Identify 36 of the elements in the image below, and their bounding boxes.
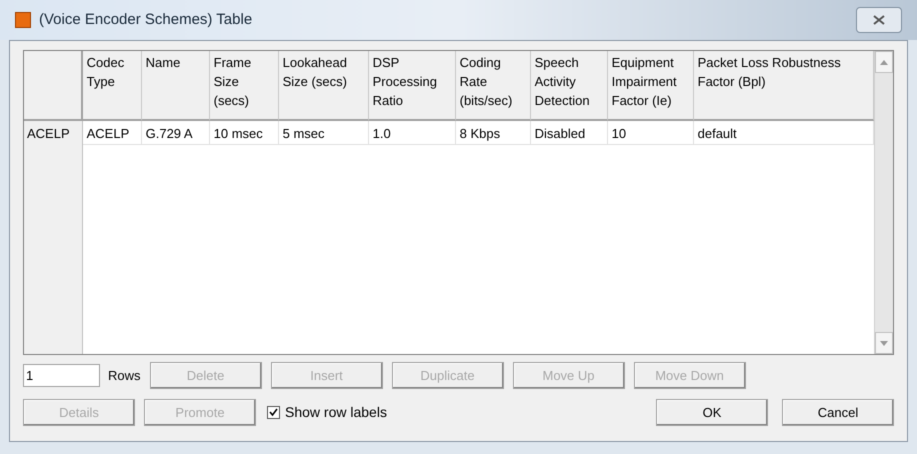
corner-header [24,51,83,121]
checkbox-box[interactable] [267,406,280,419]
table-cell: 10 [608,121,694,144]
up-arrow-icon [880,60,888,64]
table-cell: 10 msec [210,121,279,144]
check-icon [269,408,278,417]
show-row-labels-checkbox[interactable]: Show row labels [267,402,387,423]
table-cell: 8 Kbps [456,121,531,144]
app-icon [15,12,31,28]
column-header[interactable]: Lookahead Size (secs) [278,51,369,121]
scroll-up-button[interactable] [874,51,893,73]
close-button[interactable] [856,7,902,33]
dialog-button[interactable]: Cancel [782,399,894,426]
close-icon [873,15,885,25]
table-cell: G.729 A [142,121,210,144]
table-cell: 1.0 [368,121,456,144]
down-arrow-icon [880,340,888,346]
window-title: (Voice Encoder Schemes) Table [39,10,252,30]
column-header[interactable]: Packet Loss Robustness Factor (Bpl) [694,51,874,121]
table-cell: Disabled [530,121,608,144]
checkbox-label: Show row labels [285,403,387,422]
column-header[interactable]: Name [142,51,210,121]
column-header[interactable]: Coding Rate (bits/sec) [456,51,531,121]
table-cell: ACELP [82,121,142,144]
scrollbar[interactable] [874,51,893,354]
rows-field[interactable]: 1 [23,364,100,387]
scroll-down-button[interactable] [874,332,893,354]
column-header[interactable]: Codec Type [82,51,142,121]
table-cell: 5 msec [278,121,369,144]
rows-label: Rows [108,366,141,385]
row-header[interactable]: ACELP [24,121,83,145]
column-header[interactable]: Equipment Impairment Factor (Ie) [608,51,694,121]
column-header[interactable]: DSP Processing Ratio [368,51,456,121]
column-header[interactable]: Speech Activity Detection [530,51,608,121]
dialog-button[interactable]: OK [656,399,768,426]
column-header[interactable]: Frame Size (secs) [210,51,279,121]
